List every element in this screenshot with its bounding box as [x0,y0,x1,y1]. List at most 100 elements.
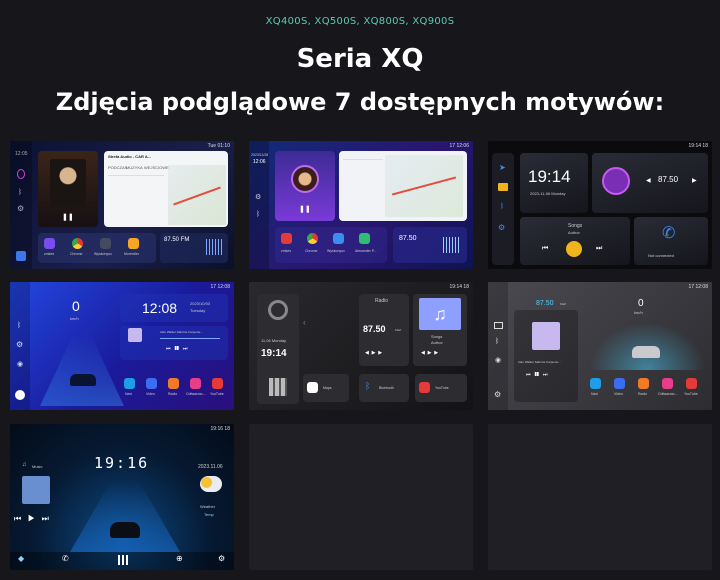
status-bar: Tue 01:10 [207,143,230,149]
bluetooth-icon[interactable]: ᛒ [495,338,499,345]
bluetooth-icon[interactable]: ᛒ [500,203,504,210]
map-area [168,165,226,225]
bluetooth-icon: ᛒ [365,381,371,391]
navigation-card[interactable]: Strefa Audio - CAR A... PODCZAS MUZYKA W… [104,151,228,227]
settings-icon[interactable]: ⚙ [498,223,505,232]
zmkes-icon[interactable] [44,238,55,249]
settings-icon[interactable]: ⚙ [218,554,225,563]
navigation-icon[interactable]: ◆ [18,554,24,563]
radio-title: Radio [375,298,389,304]
phone-icon[interactable]: ✆ [62,554,69,563]
settings-icon[interactable]: ⚙ [16,340,23,349]
video-icon[interactable] [100,238,111,249]
youtube-icon [419,382,430,393]
apps-icon[interactable] [118,555,128,565]
youtube-tile[interactable]: YouTube [415,374,467,402]
settings-icon[interactable]: ⚙ [17,204,24,213]
video-icon[interactable] [614,378,625,389]
apps-icon[interactable] [15,390,25,400]
play-pause-button[interactable]: ❚❚ [299,205,311,213]
radio-icon[interactable] [638,378,649,389]
home-icon[interactable] [17,169,25,179]
artist-name: Alan Walker,Sabrina Carpente... [518,360,561,364]
location-icon[interactable]: ◉ [495,356,501,364]
bluetooth-icon[interactable]: ᛒ [17,322,21,329]
clock-large: 19:14 [528,167,571,186]
theme-preview-3[interactable]: 19:14 18 ➤ ᛒ ⚙ 19:14 2023-11-06 Monday 8… [488,141,712,269]
navigation-icon[interactable] [16,251,26,261]
theme-preview-1[interactable]: 12:05 Tue 01:10 ᛒ ⚙ ❚❚ Strefa Audio - CA… [10,141,234,269]
music-card[interactable]: ♫ Songs Author ◀ ▶ ▶ [413,294,467,366]
play-store-icon[interactable] [359,233,370,244]
radio-icon[interactable]: ⊕ [176,554,183,563]
gallery-icon[interactable] [333,233,344,244]
music-card[interactable]: Alan Walker,Sabrina Carpente... ⏮ ❚❚ ⏭ [514,310,578,402]
clock-large: 19:16 [94,454,150,472]
media-controls[interactable]: ⏮ ▶ ⏭ [14,514,49,524]
music-card[interactable]: Songs Author ⏮ ⏭ [520,217,630,265]
theme-preview-6[interactable]: 17 12:08 ᛒ ◉ ⚙ 87.50 KHZ Alan Walker,Sab… [488,282,712,410]
next-button[interactable]: ⏭ [596,245,602,253]
radio-controls[interactable]: ◀ ▶ ▶ [365,350,382,356]
music-card[interactable]: Alan Walker,Sabrina Carpente... ⏮ ❚❚ ⏭ [120,326,228,360]
map-route [391,176,457,196]
radio-icon[interactable] [168,378,179,389]
chrome-icon[interactable] [307,233,318,244]
theme-preview-7[interactable]: 19:16 18 19:16 ♫ Music ⏮ ▶ ⏭ 2023.11.06 … [10,424,234,570]
play-button[interactable] [566,241,582,257]
chevron-left-icon[interactable]: ‹ [303,318,306,327]
location-icon[interactable]: ◉ [17,360,23,368]
media-controls[interactable]: ◀ ▶ ▶ [421,350,438,356]
media-controls[interactable]: ⏮ ❚❚ ⏭ [166,346,188,352]
theme-preview-4[interactable]: 17 12:08 ᛒ ⚙ ◉ 0 km/h 12:08 2023/10/03 T… [10,282,234,410]
apps-grid-icon[interactable] [269,378,287,396]
music-player-icon[interactable] [662,378,673,389]
app-dock: Navi Video Radio Odtwarzac... YouTube [120,374,228,406]
bluetooth-tile[interactable]: ᛒ Bluetooth [359,374,409,402]
car-image [70,374,96,386]
radio-card[interactable]: 87.50 ◀ ▶ [592,153,708,213]
media-controls[interactable]: ⏮ ❚❚ ⏭ [526,372,548,378]
bluetooth-icon[interactable]: ᛒ [256,211,260,218]
bluetooth-icon[interactable]: ᛒ [18,189,22,196]
radio-card[interactable]: Radio 87.50 KHZ ◀ ▶ ▶ [359,294,409,366]
prev-button[interactable]: ◀ [646,177,651,184]
video-icon[interactable] [494,322,503,329]
play-pause-button[interactable]: ❚❚ [62,213,74,221]
video-icon[interactable] [281,233,292,244]
navi-icon[interactable] [124,378,135,389]
settings-icon[interactable] [268,300,288,320]
youtube-icon[interactable] [212,378,223,389]
youtube-icon[interactable] [686,378,697,389]
app-label-3: Wyskonyuv [94,252,112,256]
music-tab-3[interactable]: WEJŚCIOWE [144,165,169,170]
chrome-icon[interactable] [72,238,83,249]
settings-icon[interactable]: ⚙ [494,390,501,399]
music-tab-1[interactable]: PODCZAS [108,165,127,170]
navigation-card[interactable] [339,151,467,221]
theme-preview-2[interactable]: 17 12:06 2023/11/28 12:06 ⚙ ᛒ ❚❚ zmkes C… [249,141,473,269]
navigation-icon[interactable]: ➤ [499,163,506,172]
music-card[interactable]: ❚❚ [38,151,98,227]
status-bar: 19:14 18 [449,284,469,290]
progress-bar[interactable] [160,338,220,339]
video-icon[interactable] [146,378,157,389]
prev-button[interactable]: ⏮ [542,245,548,253]
radio-card[interactable]: 87.50 FM [160,233,228,263]
maps-tile[interactable]: Maps [303,374,349,402]
album-art [22,476,50,504]
theme-preview-5[interactable]: 19:14 18 11.06 Monday 19:14 ‹ Radio 87.5… [249,282,473,410]
music-tab-2[interactable]: MUZYKA [126,165,143,170]
settings-icon[interactable]: ⚙ [255,193,261,201]
phone-card[interactable]: ✆ Not connected [634,217,708,265]
app-label-4: Alexander P... [355,249,377,253]
album-art [50,159,86,207]
clock-card: 12:08 2023/10/03 Tuesday [120,294,228,322]
next-button[interactable]: ▶ [692,177,697,184]
folder-icon[interactable] [128,238,139,249]
radio-card[interactable]: 87.50 [393,227,467,263]
navi-icon[interactable] [590,378,601,389]
music-card[interactable]: ❚❚ [275,151,335,221]
music-player-icon[interactable] [190,378,201,389]
video-icon[interactable] [498,183,508,191]
